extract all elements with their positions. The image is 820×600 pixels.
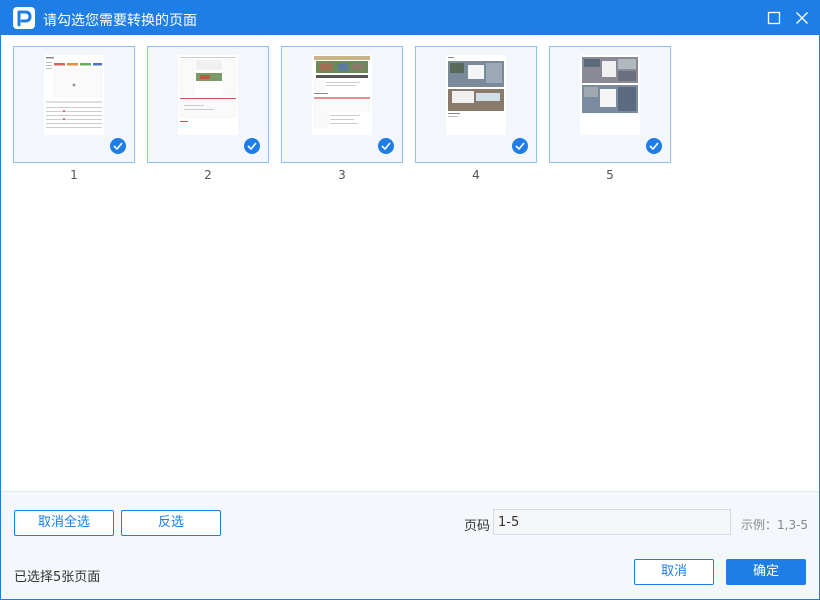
check-icon[interactable] <box>244 138 260 154</box>
page-number-label: 3 <box>338 168 346 182</box>
deselect-all-button[interactable]: 取消全选 <box>14 510 114 536</box>
maximize-icon <box>767 11 781 25</box>
check-icon[interactable] <box>646 138 662 154</box>
page-number-label: 5 <box>606 168 614 182</box>
page-thumbnail-5[interactable] <box>549 46 671 163</box>
cancel-button[interactable]: 取消 <box>634 559 714 585</box>
maximize-button[interactable] <box>759 1 789 35</box>
check-icon[interactable] <box>512 138 528 154</box>
page-range-label: 页码 <box>464 519 491 534</box>
title-bar: 请勾选您需要转换的页面 <box>1 1 819 35</box>
confirm-button[interactable]: 确定 <box>726 559 806 585</box>
page-preview-image <box>178 55 238 135</box>
page-thumbnail-3[interactable] <box>281 46 403 163</box>
check-icon[interactable] <box>110 138 126 154</box>
close-button[interactable] <box>787 1 817 35</box>
close-icon <box>796 12 808 24</box>
page-range-input[interactable] <box>493 509 731 535</box>
page-preview-image <box>312 55 372 135</box>
selection-panel: 取消全选 反选 页码 示例：1,3-5 已选择5张页面 取消 确定 <box>1 491 819 599</box>
page-number-label: 2 <box>204 168 212 182</box>
app-logo-icon <box>13 7 35 29</box>
page-thumbnail-4[interactable] <box>415 46 537 163</box>
example-hint: 示例：1,3-5 <box>741 518 809 532</box>
selection-status: 已选择5张页面 <box>14 570 101 585</box>
page-preview-image <box>580 55 640 135</box>
page-select-dialog: 请勾选您需要转换的页面 1 2 3 4 5 取消全选 反选 页码 1-5 示例：… <box>0 0 820 600</box>
page-preview-image <box>44 55 104 135</box>
page-thumbnail-1[interactable] <box>13 46 135 163</box>
page-number-label: 4 <box>472 168 480 182</box>
thumbnail-area: 1 2 3 4 5 <box>1 35 819 491</box>
page-preview-image <box>446 55 506 135</box>
page-number-label: 1 <box>70 168 78 182</box>
page-thumbnail-2[interactable] <box>147 46 269 163</box>
check-icon[interactable] <box>378 138 394 154</box>
invert-selection-button[interactable]: 反选 <box>121 510 221 536</box>
window-title: 请勾选您需要转换的页面 <box>43 13 197 29</box>
